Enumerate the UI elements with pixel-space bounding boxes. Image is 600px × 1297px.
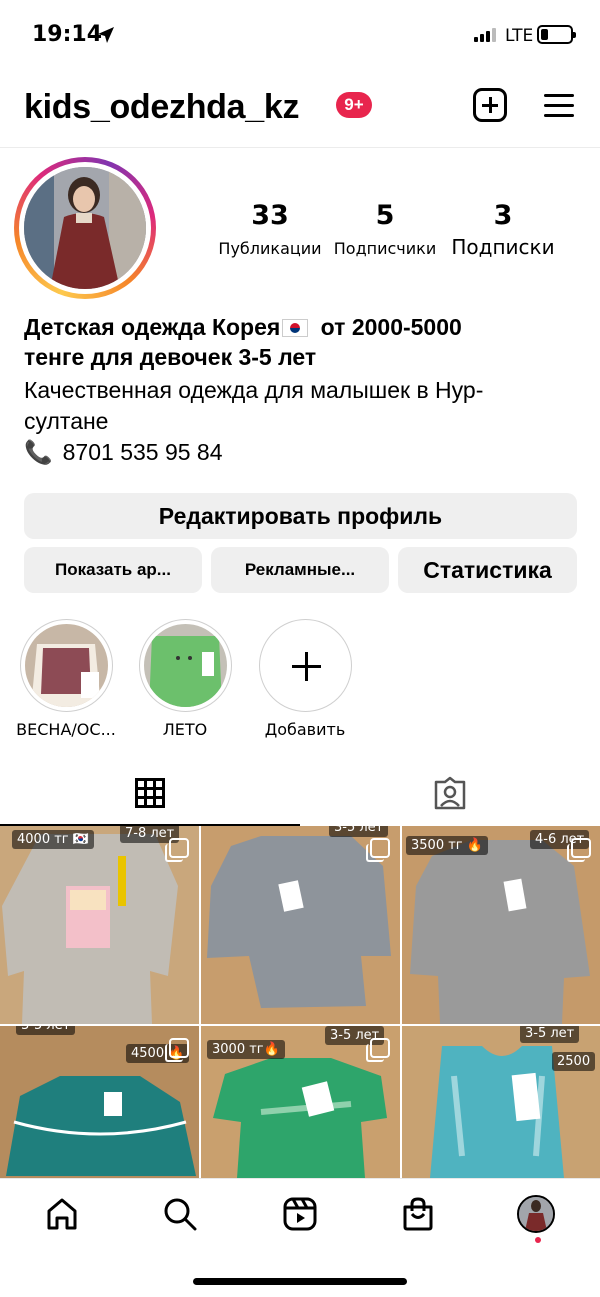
home-icon[interactable] [45, 1197, 79, 1231]
post-age-label: 3-5 лет [329, 826, 389, 837]
multi-photo-icon [567, 838, 591, 862]
phone-number[interactable]: 8701 535 95 84 [63, 437, 223, 468]
battery-icon [537, 25, 576, 44]
shop-bag-icon[interactable] [401, 1197, 435, 1231]
show-archive-button[interactable]: Показать ар... [24, 547, 202, 593]
edit-profile-button[interactable]: Редактировать профиль [24, 493, 577, 539]
post-thumbnail[interactable]: 3000 тг🔥 3-5 лет [201, 1026, 400, 1178]
highlight-summer[interactable]: ЛЕТО [125, 619, 245, 739]
followers-count: 5 [375, 200, 395, 231]
bio-name-part2: от 2000-5000 [314, 314, 462, 340]
followers-stat[interactable]: 5 Подписчики [330, 200, 440, 258]
cellular-signal-icon [474, 28, 496, 42]
post-price-label: 4000 тг 🇰🇷 [12, 830, 94, 849]
tab-tagged[interactable] [300, 760, 600, 826]
post-price-label: 3000 тг🔥 [207, 1040, 285, 1059]
bio-name-part1: Детская одежда Корея [24, 314, 281, 340]
posts-count: 33 [251, 200, 289, 231]
multi-photo-icon [366, 838, 390, 862]
home-indicator [193, 1278, 407, 1285]
avatar-photo [24, 167, 146, 289]
phone-icon: 📞 [24, 439, 53, 465]
notification-dot [535, 1237, 541, 1243]
multi-photo-icon [165, 1038, 189, 1062]
highlight-add-new[interactable]: Добавить [245, 619, 365, 739]
bio-desc-line1: Качественная одежда для малышек в Нур- [24, 377, 484, 403]
grid-icon [135, 778, 165, 808]
profile-stats: 33 Публикации 5 Подписчики 3 Подписки [210, 200, 570, 270]
add-highlight-button[interactable] [258, 619, 352, 712]
posts-grid: 4000 тг 🇰🇷 7-8 лет 3-5 лет 3500 тг 🔥 4-6… [0, 826, 600, 1178]
status-bar: 19:14 LTE [0, 0, 600, 70]
highlight-circle[interactable] [138, 619, 232, 712]
post-price-label: 3500 тг 🔥 [406, 836, 488, 855]
highlight-cover [143, 624, 227, 707]
korea-flag-icon [282, 319, 309, 337]
bio-phone[interactable]: 📞 8701 535 95 84 [24, 437, 584, 468]
post-age-label: 3-5 лет [16, 1026, 76, 1035]
profile-bio: Детская одежда Корея от 2000-5000 тенге … [24, 312, 584, 468]
post-age-label: 3-5 лет [520, 1026, 580, 1043]
profile-header: kids_odezhda_kz 9+ [0, 70, 600, 148]
bottom-navigation [0, 1178, 600, 1248]
bio-name-line2: тенге для девочек 3-5 лет [24, 344, 317, 370]
post-thumbnail[interactable]: 3500 тг 🔥 4-6 лет [402, 826, 600, 1024]
profile-avatar[interactable] [14, 157, 156, 299]
multi-photo-icon [165, 838, 189, 862]
location-arrow-icon [98, 27, 114, 43]
network-type: LTE [505, 26, 534, 46]
tagged-person-icon [434, 776, 466, 810]
following-label: Подписки [451, 235, 555, 259]
post-price-label: 2500 [552, 1052, 596, 1071]
posts-label: Публикации [218, 239, 322, 258]
posts-stat[interactable]: 33 Публикации [210, 200, 330, 258]
post-thumbnail[interactable]: 3-5 лет 2500 [402, 1026, 600, 1178]
profile-avatar-tab[interactable] [517, 1195, 555, 1233]
multi-photo-icon [366, 1038, 390, 1062]
status-time: 19:14 [32, 22, 103, 47]
highlight-label: Добавить [264, 720, 346, 739]
highlight-cover [24, 624, 108, 707]
tab-posts-grid[interactable] [0, 760, 300, 826]
profile-tabs [0, 760, 600, 826]
post-thumbnail[interactable]: 3-5 лет [201, 826, 400, 1024]
highlight-circle[interactable] [19, 619, 113, 712]
statistics-button[interactable]: Статистика [398, 547, 577, 593]
following-count: 3 [493, 200, 513, 231]
create-post-button[interactable] [473, 88, 507, 122]
post-thumbnail[interactable]: 4000 тг 🇰🇷 7-8 лет [0, 826, 199, 1024]
bio-description: Качественная одежда для малышек в Нур- с… [24, 375, 584, 437]
highlight-label: ВЕСНА/ОС... [16, 720, 116, 739]
notification-badge[interactable]: 9+ [336, 92, 372, 118]
post-thumbnail[interactable]: 3-5 лет 4500 🔥 [0, 1026, 199, 1178]
highlight-spring-autumn[interactable]: ВЕСНА/ОС... [6, 619, 126, 739]
search-icon[interactable] [163, 1197, 197, 1231]
bio-name: Детская одежда Корея от 2000-5000 тенге … [24, 312, 584, 372]
following-stat[interactable]: 3 Подписки [446, 200, 560, 259]
bio-desc-line2: султане [24, 408, 109, 434]
followers-label: Подписчики [333, 239, 437, 258]
highlight-label: ЛЕТО [162, 720, 208, 739]
menu-button[interactable] [544, 94, 574, 118]
ads-button[interactable]: Рекламные... [211, 547, 389, 593]
reels-icon[interactable] [283, 1197, 317, 1231]
profile-username[interactable]: kids_odezhda_kz [24, 88, 299, 127]
